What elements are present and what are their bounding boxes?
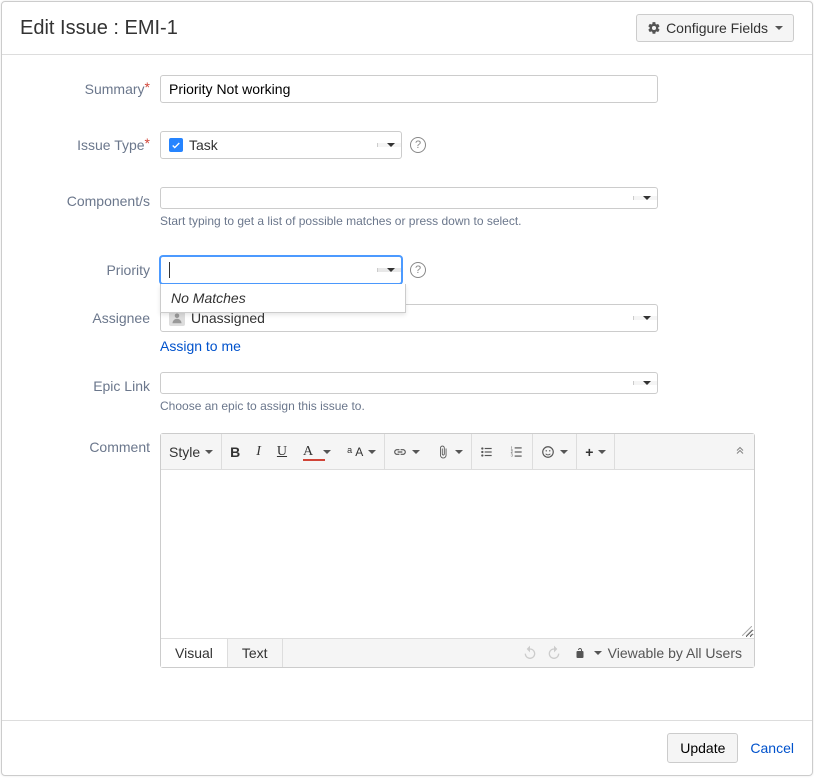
assignee-label: Assignee xyxy=(20,304,160,326)
undo-icon[interactable] xyxy=(522,645,538,661)
link-button[interactable] xyxy=(385,434,428,469)
more-format-button[interactable]: aA xyxy=(339,434,384,469)
unlock-icon xyxy=(574,647,586,659)
priority-select[interactable] xyxy=(160,256,402,284)
resize-handle[interactable] xyxy=(742,626,752,636)
bullet-list-icon xyxy=(480,445,494,459)
attachment-button[interactable] xyxy=(428,434,471,469)
italic-button[interactable]: I xyxy=(248,434,269,469)
components-select[interactable] xyxy=(160,187,658,209)
epic-link-row: Epic Link Choose an epic to assign this … xyxy=(20,372,794,413)
summary-row: Summary* xyxy=(20,75,794,103)
chevron-down-icon xyxy=(643,316,651,320)
chevron-down-icon xyxy=(387,143,395,147)
bold-button[interactable]: B xyxy=(222,434,248,469)
text-color-button[interactable]: A xyxy=(295,434,339,469)
emoji-button[interactable] xyxy=(533,434,576,469)
configure-fields-button[interactable]: Configure Fields xyxy=(636,14,794,42)
summary-label: Summary* xyxy=(20,75,160,97)
chevron-down-icon xyxy=(594,651,602,655)
dialog-footer: Update Cancel xyxy=(2,720,812,775)
issue-type-value: Task xyxy=(189,137,218,153)
bullet-list-button[interactable] xyxy=(472,434,502,469)
chevron-down-icon xyxy=(560,450,568,454)
chevron-down-icon xyxy=(368,450,376,454)
text-tab[interactable]: Text xyxy=(228,639,283,667)
issue-type-dropdown-arrow[interactable] xyxy=(377,143,401,147)
number-list-button[interactable]: 123 xyxy=(502,434,532,469)
chevron-down-icon xyxy=(412,450,420,454)
dialog-body[interactable]: Summary* Issue Type* Task xyxy=(2,55,812,720)
style-dropdown-button[interactable]: Style xyxy=(161,434,221,469)
update-button[interactable]: Update xyxy=(667,733,738,763)
assign-to-me-link[interactable]: Assign to me xyxy=(160,338,241,354)
underline-button[interactable]: U xyxy=(269,434,295,469)
dialog-title: Edit Issue : EMI-1 xyxy=(20,17,178,40)
priority-no-matches: No Matches xyxy=(161,284,405,312)
collapse-button[interactable] xyxy=(726,434,754,469)
chevron-down-icon xyxy=(775,26,783,30)
attachment-icon xyxy=(436,445,450,459)
comment-row: Comment Style B I U xyxy=(20,433,794,668)
priority-help-icon[interactable]: ? xyxy=(410,262,426,278)
summary-input[interactable] xyxy=(160,75,658,103)
issue-type-row: Issue Type* Task ? xyxy=(20,131,794,159)
priority-row: Priority No Matches ? xyxy=(20,256,794,284)
svg-text:3: 3 xyxy=(511,452,514,457)
assignee-dropdown-arrow[interactable] xyxy=(633,316,657,320)
epic-link-label: Epic Link xyxy=(20,372,160,394)
red-underline xyxy=(303,459,325,461)
comment-editor: Style B I U A xyxy=(160,433,755,668)
components-hint: Start typing to get a list of possible m… xyxy=(160,214,658,228)
components-dropdown-arrow[interactable] xyxy=(633,196,657,200)
comment-textarea[interactable] xyxy=(161,470,754,638)
editor-footer: Visual Text Viewable by All Use xyxy=(161,638,754,667)
epic-link-dropdown-arrow[interactable] xyxy=(633,381,657,385)
priority-dropdown-menu[interactable]: No Matches xyxy=(160,284,406,313)
visual-tab[interactable]: Visual xyxy=(161,639,228,667)
required-marker: * xyxy=(145,135,150,151)
editor-mode-tabs: Visual Text xyxy=(161,639,283,667)
chevron-down-icon xyxy=(643,381,651,385)
chevron-down-icon xyxy=(205,450,213,454)
insert-more-button[interactable]: + xyxy=(577,434,614,469)
plus-icon: + xyxy=(585,444,593,460)
dialog-header: Edit Issue : EMI-1 Configure Fields xyxy=(2,2,812,55)
required-marker: * xyxy=(145,79,150,95)
comment-label: Comment xyxy=(20,433,160,455)
chevron-down-icon xyxy=(323,450,331,454)
chevron-down-icon xyxy=(455,450,463,454)
epic-link-select[interactable] xyxy=(160,372,658,394)
task-icon xyxy=(169,138,183,152)
configure-fields-label: Configure Fields xyxy=(666,20,768,36)
issue-type-help-icon[interactable]: ? xyxy=(410,137,426,153)
redo-icon[interactable] xyxy=(546,645,562,661)
priority-dropdown-arrow[interactable] xyxy=(377,268,401,272)
chevron-down-icon xyxy=(643,196,651,200)
issue-type-select[interactable]: Task xyxy=(160,131,402,159)
number-list-icon: 123 xyxy=(510,445,524,459)
link-icon xyxy=(393,445,407,459)
comment-visibility-button[interactable]: Viewable by All Users xyxy=(574,645,742,661)
comment-visibility-label: Viewable by All Users xyxy=(608,645,742,661)
epic-link-hint: Choose an epic to assign this issue to. xyxy=(160,399,658,413)
emoji-icon xyxy=(541,445,555,459)
components-row: Component/s Start typing to get a list o… xyxy=(20,187,794,228)
gear-icon xyxy=(647,21,661,35)
assignee-row: Assignee Unassigned Assign to me xyxy=(20,304,794,354)
cancel-link[interactable]: Cancel xyxy=(750,740,794,756)
chevron-down-icon xyxy=(387,268,395,272)
chevron-down-icon xyxy=(598,450,606,454)
edit-issue-dialog: Edit Issue : EMI-1 Configure Fields Summ… xyxy=(1,1,813,776)
editor-toolbar: Style B I U A xyxy=(161,434,754,470)
components-label: Component/s xyxy=(20,187,160,209)
priority-label: Priority xyxy=(20,256,160,278)
text-cursor xyxy=(169,262,170,278)
issue-type-label: Issue Type* xyxy=(20,131,160,153)
collapse-icon xyxy=(734,446,746,458)
